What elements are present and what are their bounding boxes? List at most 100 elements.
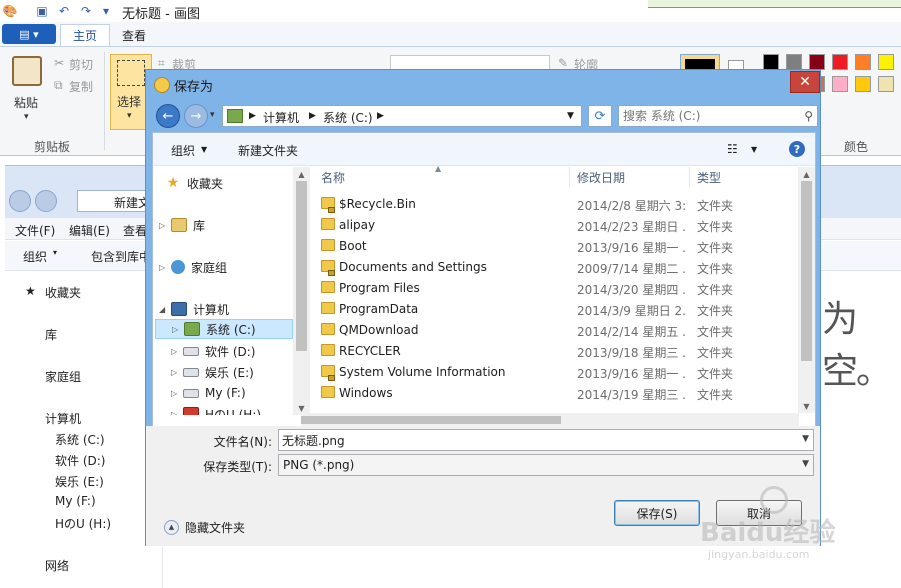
expand-arrow-icon[interactable]: ▷	[171, 368, 181, 377]
breadcrumb-drive-c[interactable]: 系统 (C:)	[323, 109, 373, 126]
file-row[interactable]: ProgramData 2014/3/9 星期日 2... 文件夹	[313, 298, 789, 319]
view-options-icon[interactable]: ☷	[727, 142, 738, 156]
file-row[interactable]: QMDownload 2014/2/14 星期五 ... 文件夹	[313, 319, 789, 340]
file-row[interactable]: Documents and Settings 2009/7/14 星期二 ... 文…	[313, 256, 789, 277]
bg-back-icon[interactable]	[9, 190, 31, 212]
nav-favorites[interactable]: ★ 收藏夹	[165, 173, 223, 193]
file-row[interactable]: Boot 2013/9/16 星期一 ... 文件夹	[313, 235, 789, 256]
nav-drive-d[interactable]: ▷ 软件 (D:)	[171, 341, 255, 361]
scroll-down-icon[interactable]: ▼	[798, 399, 815, 413]
file-row[interactable]: RECYCLER 2013/9/18 星期三 ... 文件夹	[313, 340, 789, 361]
address-bar[interactable]: ▶ 计算机 ▶ 系统 (C:) ▶ ▼	[222, 105, 582, 127]
column-divider[interactable]	[689, 167, 690, 187]
search-icon[interactable]: ⚲	[804, 109, 813, 123]
bg-sidebar-libraries[interactable]: 库	[45, 326, 57, 343]
paste-dropdown-icon[interactable]: ▾	[24, 112, 29, 122]
bg-sidebar-homegroup[interactable]: 家庭组	[45, 368, 81, 385]
expand-arrow-icon[interactable]: ▷	[171, 389, 181, 398]
nav-drive-e[interactable]: ▷ 娱乐 (E:)	[171, 362, 254, 382]
expand-arrow-icon[interactable]: ▷	[159, 263, 169, 272]
expand-arrow-icon[interactable]: ▷	[171, 410, 181, 416]
file-row[interactable]: Windows 2014/3/19 星期三 ... 文件夹	[313, 382, 789, 403]
bg-menu-edit[interactable]: 编辑(E)	[69, 222, 110, 239]
nav-computer[interactable]: ◢ 计算机	[159, 299, 229, 319]
palette-swatch[interactable]	[832, 54, 848, 70]
file-row[interactable]: $Recycle.Bin 2014/2/8 星期六 3:... 文件夹	[313, 193, 789, 214]
paste-button-label[interactable]: 粘贴	[14, 94, 38, 111]
expand-arrow-icon[interactable]: ▷	[171, 347, 181, 356]
forward-button[interactable]: →	[184, 104, 208, 128]
nav-scrollbar[interactable]: ▲ ▼	[293, 167, 310, 415]
bg-include-library-button[interactable]: 包含到库中	[91, 248, 151, 265]
breadcrumb-chevron-icon[interactable]: ▶	[309, 111, 316, 121]
address-history-dropdown-icon[interactable]: ▼	[567, 111, 574, 121]
bg-menu-view[interactable]: 查看	[123, 222, 147, 239]
close-button[interactable]: ✕	[790, 71, 820, 93]
bg-sidebar-drive-e[interactable]: 娱乐 (E:)	[55, 473, 104, 490]
back-button[interactable]: ←	[156, 104, 180, 128]
nav-drive-f[interactable]: ▷ My (F:)	[171, 383, 246, 403]
redo-icon[interactable]: ↷	[78, 3, 94, 19]
nav-scrollbar-thumb[interactable]	[296, 181, 307, 351]
filename-combobox[interactable]: ▼	[278, 429, 814, 451]
palette-swatch[interactable]	[832, 76, 848, 92]
column-header-type[interactable]: 类型	[697, 169, 721, 186]
expand-arrow-icon[interactable]: ▷	[172, 325, 182, 334]
scroll-up-icon[interactable]: ▲	[293, 167, 310, 181]
palette-swatch[interactable]	[878, 54, 894, 70]
save-button[interactable]: 保存(S)	[614, 500, 700, 526]
search-input[interactable]	[623, 108, 793, 124]
tab-home[interactable]: 主页	[60, 24, 111, 46]
breadcrumb-chevron-icon[interactable]: ▶	[377, 111, 384, 121]
collapse-arrow-icon[interactable]: ◢	[159, 305, 169, 314]
nav-homegroup[interactable]: ▷ 家庭组	[159, 257, 227, 277]
search-box[interactable]: ⚲	[618, 105, 818, 127]
expand-arrow-icon[interactable]: ▷	[159, 221, 169, 230]
bg-sidebar-drive-d[interactable]: 软件 (D:)	[55, 452, 105, 469]
file-row[interactable]: alipay 2014/2/23 星期日 ... 文件夹	[313, 214, 789, 235]
save-icon[interactable]: ▣	[34, 3, 50, 19]
palette-swatch[interactable]	[786, 54, 802, 70]
column-header-date[interactable]: 修改日期	[577, 169, 625, 186]
help-icon[interactable]: ?	[789, 141, 805, 157]
palette-swatch[interactable]	[763, 54, 779, 70]
bg-sidebar-computer[interactable]: 计算机	[45, 410, 81, 427]
hscrollbar-thumb[interactable]	[301, 416, 561, 424]
palette-swatch[interactable]	[855, 54, 871, 70]
refresh-button[interactable]: ⟳	[588, 105, 612, 127]
nav-drive-h[interactable]: ▷ HのU (H:)	[171, 404, 261, 415]
file-row[interactable]: System Volume Information 2013/9/16 星期一 .…	[313, 361, 789, 382]
filename-input[interactable]	[282, 432, 782, 448]
breadcrumb-computer[interactable]: 计算机	[263, 109, 299, 126]
filetype-dropdown-icon[interactable]: ▼	[802, 459, 809, 469]
organize-dropdown-icon[interactable]: ▼	[201, 145, 207, 154]
paint-app-icon[interactable]: 🎨	[2, 3, 18, 19]
bg-sidebar-drive-c[interactable]: 系统 (C:)	[55, 431, 105, 448]
bg-sidebar-drive-f[interactable]: My (F:)	[55, 494, 96, 508]
palette-swatch[interactable]	[878, 76, 894, 92]
new-folder-button[interactable]: 新建文件夹	[238, 142, 298, 159]
recent-locations-dropdown-icon[interactable]: ▾	[210, 110, 215, 120]
bg-organize-button[interactable]: 组织	[23, 248, 47, 265]
nav-drive-c[interactable]: ▷ 系统 (C:)	[155, 319, 293, 339]
bg-menu-file[interactable]: 文件(F)	[15, 222, 55, 239]
paint-file-menu-button[interactable]: ▤ ▾	[2, 24, 56, 44]
scroll-up-icon[interactable]: ▲	[798, 167, 815, 181]
bg-sidebar-drive-h[interactable]: HのU (H:)	[55, 515, 111, 532]
file-list-scrollbar[interactable]: ▲ ▼	[798, 167, 815, 413]
hide-folders-toggle[interactable]: ▲ 隐藏文件夹	[164, 518, 245, 536]
cut-button[interactable]: 剪切	[69, 56, 93, 73]
view-dropdown-icon[interactable]: ▼	[751, 145, 757, 154]
file-list-scrollbar-thumb[interactable]	[801, 181, 812, 361]
bg-sidebar-network[interactable]: 网络	[45, 557, 69, 574]
filename-dropdown-icon[interactable]: ▼	[802, 434, 809, 444]
paste-icon[interactable]	[12, 56, 42, 86]
nav-libraries[interactable]: ▷ 库	[159, 215, 205, 235]
undo-icon[interactable]: ↶	[56, 3, 72, 19]
bg-forward-icon[interactable]	[35, 190, 57, 212]
column-divider[interactable]	[569, 167, 570, 187]
customize-dropdown-icon[interactable]: ▾	[98, 3, 114, 19]
filetype-select[interactable]: PNG (*.png) ▼	[278, 454, 814, 476]
organize-button[interactable]: 组织	[171, 142, 195, 159]
file-row[interactable]: Program Files 2014/3/20 星期四 ... 文件夹	[313, 277, 789, 298]
